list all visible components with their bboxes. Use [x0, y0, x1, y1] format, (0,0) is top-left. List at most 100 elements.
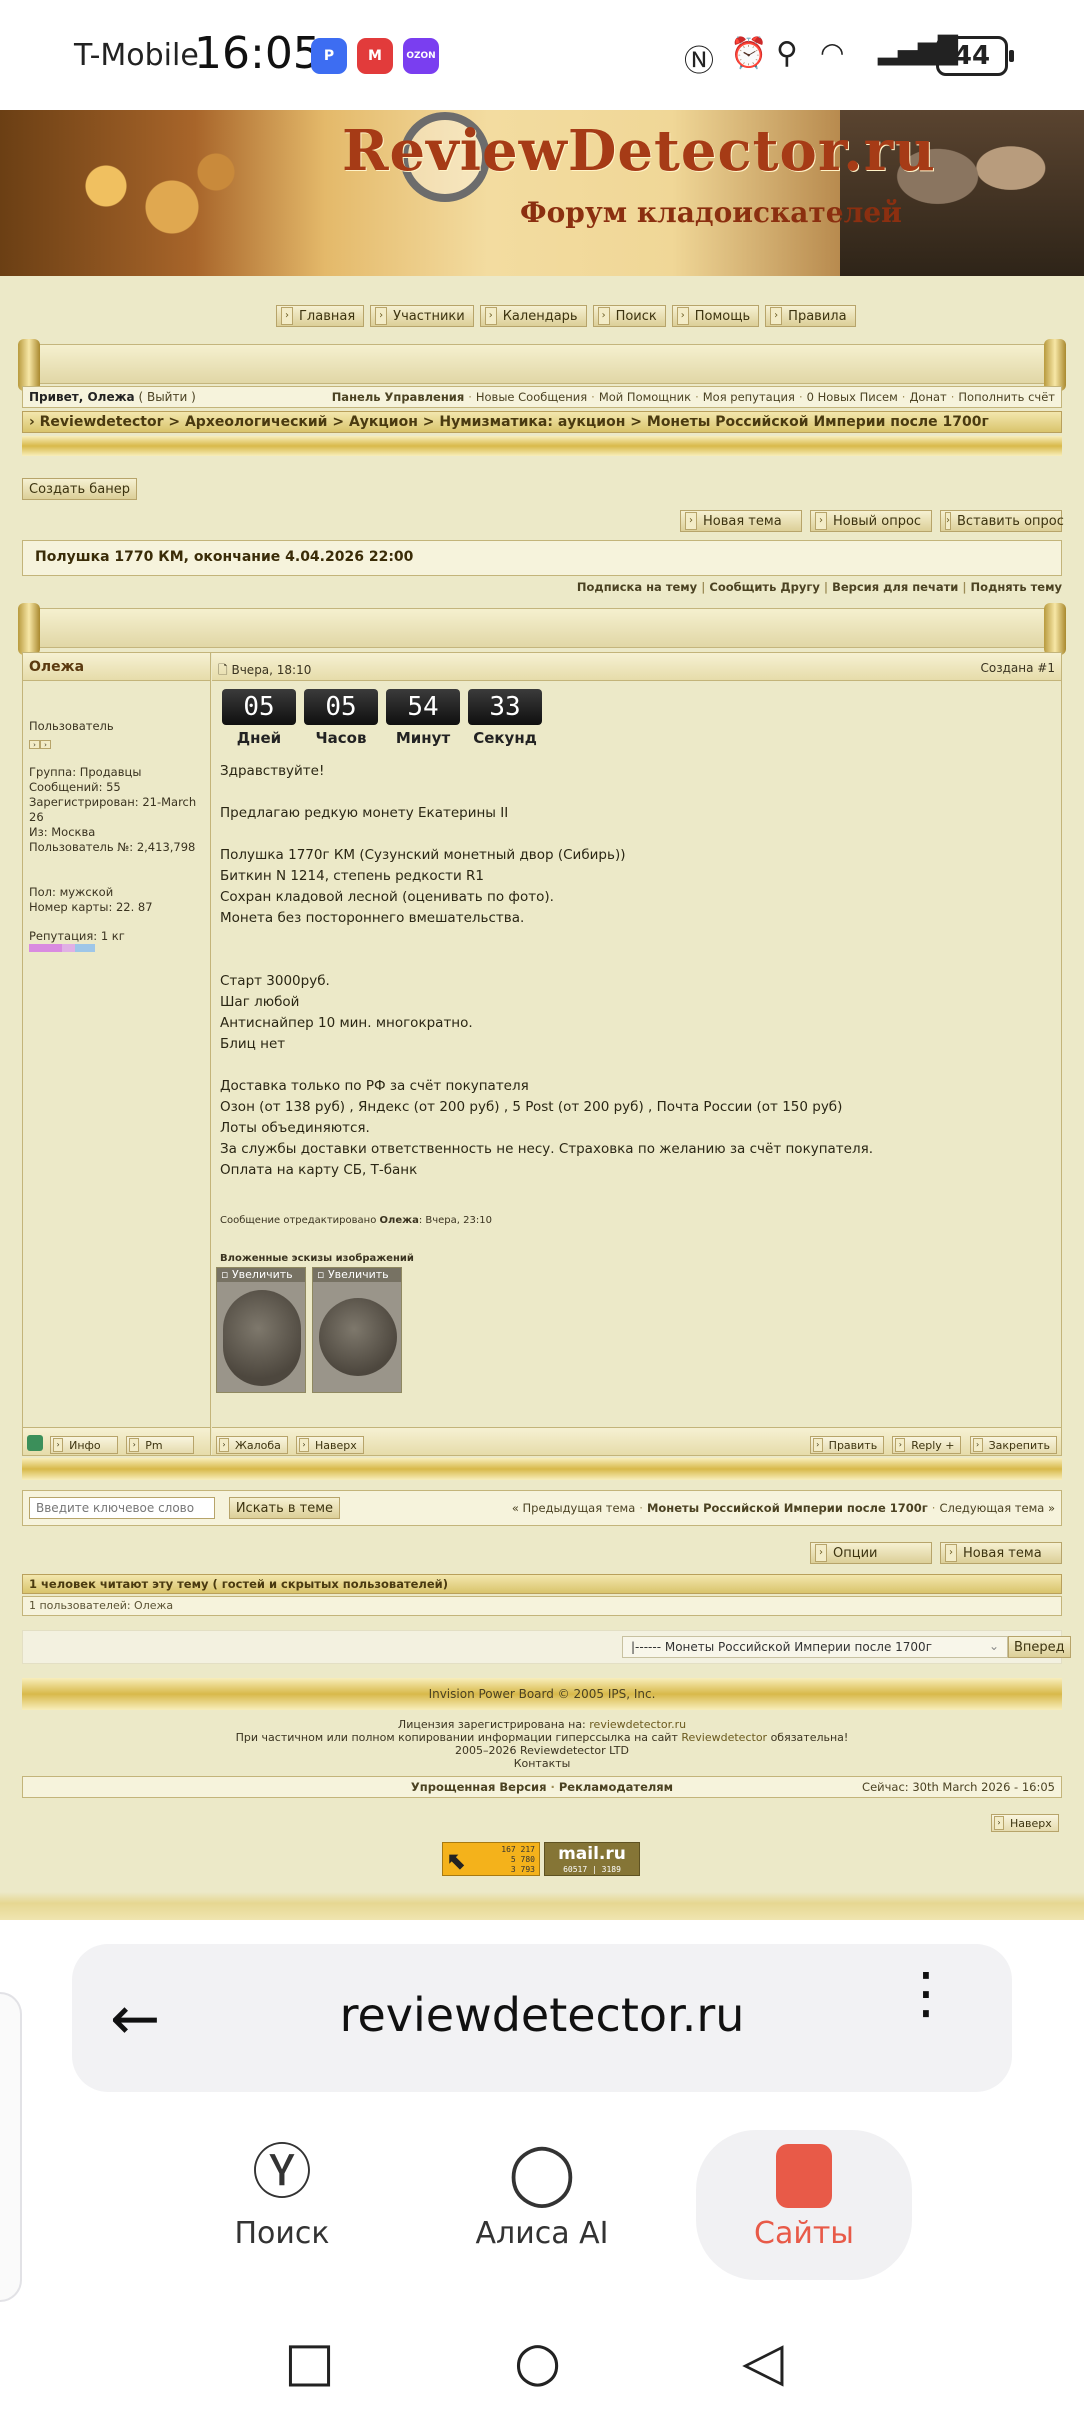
- prev-topic-link[interactable]: « Предыдущая тема: [512, 1501, 635, 1515]
- arrow-icon: ›: [219, 1438, 229, 1452]
- site-link[interactable]: Reviewdetector: [681, 1731, 767, 1744]
- post-author[interactable]: Олежа: [23, 653, 210, 681]
- nav-rules[interactable]: › Правила: [765, 305, 856, 327]
- user-location: Из: Москва: [29, 825, 96, 839]
- go-button[interactable]: Вперед: [1008, 1636, 1071, 1658]
- bump-topic-link[interactable]: Поднять тему: [971, 580, 1062, 594]
- post-content: 🗋 Вчера, 18:10 Создана #1 05 Дней 05 Часов…: [212, 653, 1061, 1455]
- timer-hours: 05: [304, 689, 378, 725]
- pin-button[interactable]: › Закрепить: [969, 1436, 1057, 1454]
- more-menu-icon[interactable]: ⋮: [898, 1966, 954, 2022]
- top-button[interactable]: › Наверх: [295, 1436, 364, 1454]
- mailru-counter-badge[interactable]: mail.ru 60517 | 3189: [544, 1842, 640, 1876]
- timer-minutes: 54: [386, 689, 460, 725]
- nav-search[interactable]: › Поиск: [592, 305, 666, 327]
- tab-search[interactable]: Ⓨ Поиск: [182, 2130, 382, 2280]
- license-site-link[interactable]: reviewdetector.ru: [589, 1718, 686, 1731]
- logout-link[interactable]: ( Выйти ): [138, 390, 195, 404]
- new-posts-link[interactable]: Новые Сообщения: [476, 390, 587, 404]
- pm-button[interactable]: › Pm: [126, 1436, 195, 1454]
- nav-home[interactable]: › Главная: [276, 305, 365, 327]
- assistant-link[interactable]: Мой Помощник: [599, 390, 691, 404]
- current-forum-link[interactable]: Монеты Российской Империи после 1700г: [647, 1501, 928, 1515]
- post-line: Блиц нет: [220, 1036, 286, 1052]
- attachment-thumbnail[interactable]: ▫ Увеличить: [216, 1267, 306, 1393]
- alice-icon: ◯: [508, 2138, 576, 2208]
- post-line: Шаг любой: [220, 994, 300, 1010]
- new-poll-button[interactable]: › Новый опрос: [810, 510, 932, 532]
- timer-days: 05: [222, 689, 296, 725]
- home-circle-icon[interactable]: ○: [514, 2330, 561, 2393]
- back-triangle-icon[interactable]: ◁: [742, 2330, 784, 2393]
- readers-list: 1 пользователей: Олежа: [22, 1596, 1062, 1616]
- top-button[interactable]: › Наверх: [991, 1814, 1059, 1832]
- post-line: Биткин N 1214, степень редкости R1: [220, 868, 485, 884]
- post-author-panel: Олежа Пользователь › › Группа: Продавцы С…: [23, 653, 211, 1455]
- post-line: За службы доставки ответственность не не…: [220, 1141, 874, 1157]
- post: Олежа Пользователь › › Группа: Продавцы С…: [22, 652, 1062, 1456]
- nav-calendar[interactable]: › Календарь: [479, 305, 587, 327]
- nav-help[interactable]: › Помощь: [671, 305, 760, 327]
- control-panel-link[interactable]: Панель Управления: [332, 390, 465, 404]
- attachment-thumbnail[interactable]: ▫ Увеличить: [312, 1267, 402, 1393]
- post-number-link[interactable]: Создана #1: [981, 661, 1055, 675]
- arrow-icon: ›: [815, 512, 827, 530]
- info-button[interactable]: › Инфо: [50, 1436, 119, 1454]
- author-footer: › Инфо › Pm: [23, 1427, 210, 1455]
- scroll-divider: [18, 603, 1066, 655]
- address-bar[interactable]: ← reviewdetector.ru ⋮: [72, 1944, 1012, 2092]
- topic-search-input[interactable]: Введите ключевое слово: [29, 1497, 215, 1519]
- arrow-icon: ›: [298, 1438, 309, 1452]
- subscribe-link[interactable]: Подписка на тему: [577, 580, 697, 594]
- print-version-link[interactable]: Версия для печати: [832, 580, 958, 594]
- arrow-icon: ›: [281, 307, 293, 325]
- new-topic-button[interactable]: › Новая тема: [680, 510, 802, 532]
- timer-seconds: 33: [468, 689, 542, 725]
- url-text[interactable]: reviewdetector.ru: [72, 1988, 1012, 2042]
- coin-photo: [223, 1290, 301, 1386]
- alarm-icon: ⏰: [730, 36, 768, 71]
- topup-link[interactable]: Пополнить счёт: [958, 390, 1055, 404]
- user-card: Номер карты: 22. 87: [29, 900, 153, 914]
- post-line: Монета без постороннего вмешательства.: [220, 910, 525, 926]
- post-line: Сохран кладовой лесной (оценивать по фот…: [220, 889, 554, 905]
- new-topic-button[interactable]: › Новая тема: [940, 1542, 1062, 1564]
- nav-members[interactable]: › Участники: [370, 305, 474, 327]
- side-panel-edge[interactable]: [0, 1992, 22, 2302]
- contacts-link[interactable]: Контакты: [0, 1757, 1084, 1770]
- ozon-notification-icon: OZON: [403, 38, 439, 74]
- tab-sites[interactable]: Сайты: [696, 2130, 912, 2280]
- messages-link[interactable]: 0 Новых Писем: [807, 390, 898, 404]
- tab-alice[interactable]: ◯ Алиса AI: [442, 2130, 642, 2280]
- app-notification-icon: P: [311, 38, 347, 74]
- breadcrumb[interactable]: › Reviewdetector > Археологический > Аук…: [22, 411, 1062, 433]
- current-time: Сейчас: 30th March 2026 - 16:05: [862, 1780, 1055, 1794]
- post-line: [220, 950, 1080, 971]
- reply-button[interactable]: › Reply +: [892, 1436, 962, 1454]
- site-banner[interactable]: ReviewDetector.ru Форум кладоискателей: [0, 110, 1084, 276]
- edit-button[interactable]: › Править: [809, 1436, 885, 1454]
- lofi-version-link[interactable]: Упрощенная Версия: [411, 1780, 547, 1794]
- advertisers-link[interactable]: Рекламодателям: [559, 1780, 673, 1794]
- user-bar: Привет, Олежа ( Выйти ) Панель Управлени…: [22, 386, 1062, 408]
- search-topic-button[interactable]: Искать в теме: [228, 1497, 341, 1519]
- post-line: Полушка 1770г КМ (Сузунский монетный дво…: [220, 847, 626, 863]
- options-button[interactable]: › Опции: [810, 1542, 932, 1564]
- post-line: Лоты объединяются.: [220, 1120, 370, 1136]
- arrow-icon: ›: [676, 307, 689, 325]
- forum-jump-select[interactable]: |------ Монеты Российской Империи после …: [622, 1636, 1008, 1658]
- arrow-icon: ›: [895, 1438, 906, 1452]
- location-icon: ⚲: [776, 36, 798, 71]
- tell-friend-link[interactable]: Сообщить Другу: [709, 580, 819, 594]
- recents-square-icon[interactable]: □: [284, 2330, 335, 2393]
- refresh-icon[interactable]: [27, 1434, 43, 1451]
- post-line: Здравствуйте!: [220, 763, 325, 779]
- insert-poll-button[interactable]: › Вставить опрос: [940, 510, 1064, 532]
- report-button[interactable]: › Жалоба: [216, 1436, 288, 1454]
- reputation-link[interactable]: Моя репутация: [703, 390, 795, 404]
- donate-link[interactable]: Донат: [909, 390, 946, 404]
- counter-badge[interactable]: ⬉ 167 217 5 780 3 793: [442, 1842, 540, 1876]
- create-banner-button[interactable]: Создать банер: [22, 478, 137, 500]
- next-topic-link[interactable]: Следующая тема »: [939, 1501, 1055, 1515]
- page-bottom-edge: [0, 1892, 1084, 1920]
